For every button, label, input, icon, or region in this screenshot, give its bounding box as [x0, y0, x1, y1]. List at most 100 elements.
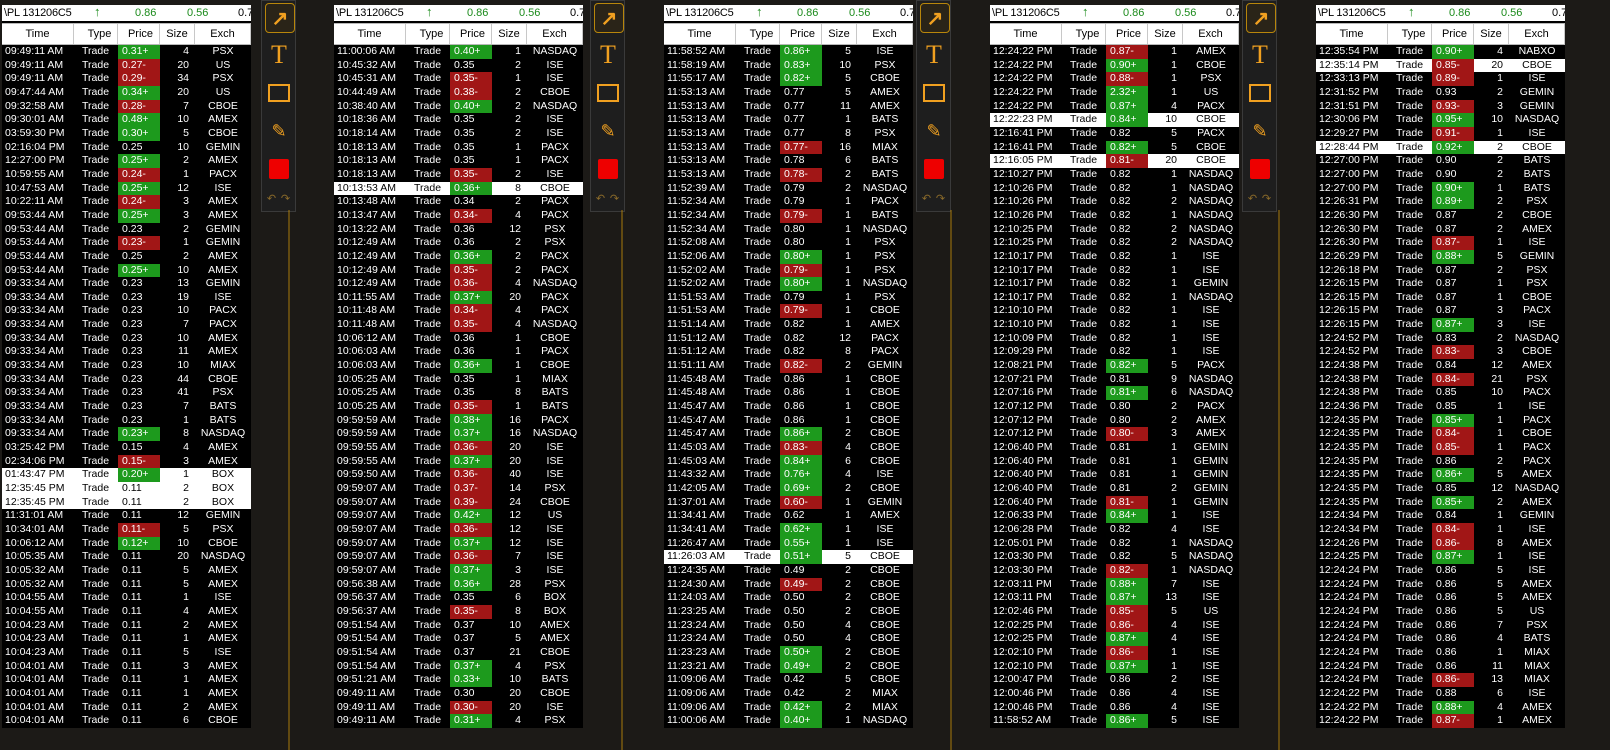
trade-row[interactable]: 12:31:51 PM Trade 0.93- 3 GEMIN [1316, 99, 1565, 114]
color-picker-button[interactable] [920, 155, 948, 183]
trade-row[interactable]: 01:43:47 PM Trade 0.20+ 1 BOX [2, 468, 251, 482]
trade-row[interactable]: 11:00:06 AM Trade 0.40+ 1 NASDAQ [664, 714, 913, 728]
trade-row[interactable]: 12:09:29 PM Trade 0.82 1 ISE [990, 345, 1239, 359]
trade-row[interactable]: 12:06:28 PM Trade 0.82 4 ISE [990, 523, 1239, 537]
trade-row[interactable]: 09:49:11 AM Trade 0.27- 20 US [2, 58, 251, 73]
trade-row[interactable]: 02:34:06 PM Trade 0.15- 3 AMEX [2, 454, 251, 469]
column-header-price[interactable]: Price [1432, 24, 1474, 44]
highlighter-tool-button[interactable]: ✎ [920, 117, 948, 145]
trade-row[interactable]: 10:12:49 AM Trade 0.36- 4 NASDAQ [334, 277, 583, 291]
trade-row[interactable]: 12:24:24 PM Trade 0.86 5 US [1316, 605, 1565, 619]
arrow-tool-button[interactable]: ↗ [265, 3, 295, 33]
trade-row[interactable]: 11:24:03 AM Trade 0.50 2 CBOE [664, 591, 913, 605]
trade-row[interactable]: 12:06:33 PM Trade 0.84+ 1 ISE [990, 509, 1239, 523]
trade-row[interactable]: 10:04:01 AM Trade 0.11 1 AMEX [2, 673, 251, 687]
trade-row[interactable]: 11:23:21 AM Trade 0.49+ 2 CBOE [664, 659, 913, 674]
trade-row[interactable]: 12:27:00 PM Trade 0.90 2 BATS [1316, 168, 1565, 182]
trade-row[interactable]: 11:51:11 AM Trade 0.82- 2 GEMIN [664, 359, 913, 373]
trade-row[interactable]: 10:13:53 AM Trade 0.36+ 8 CBOE [334, 181, 583, 196]
trade-row[interactable]: 12:24:22 PM Trade 0.88+ 4 AMEX [1316, 700, 1565, 715]
color-picker-button[interactable] [265, 155, 293, 183]
trade-row[interactable]: 10:04:23 AM Trade 0.11 1 AMEX [2, 632, 251, 646]
option-symbol[interactable]: \PL 131206C5 [1318, 7, 1386, 19]
trade-row[interactable]: 12:07:12 PM Trade 0.80 2 PACX [990, 400, 1239, 414]
trade-row[interactable]: 11:51:53 AM Trade 0.79- 1 CBOE [664, 304, 913, 319]
arrow-tool-button[interactable]: ↗ [594, 3, 624, 33]
trade-row[interactable]: 12:24:52 PM Trade 0.83- 3 CBOE [1316, 345, 1565, 360]
trade-row[interactable]: 11:24:35 AM Trade 0.49 2 CBOE [664, 564, 913, 578]
trade-row[interactable]: 12:16:05 PM Trade 0.81- 20 CBOE [990, 154, 1239, 168]
column-header-size[interactable]: Size [160, 24, 195, 44]
trade-row[interactable]: 12:35:14 PM Trade 0.85- 20 CBOE [1316, 58, 1565, 73]
trade-row[interactable]: 03:25:42 PM Trade 0.15 4 AMEX [2, 441, 251, 455]
trade-row[interactable]: 11:52:39 AM Trade 0.79 2 NASDAQ [664, 182, 913, 196]
trade-row[interactable]: 12:02:46 PM Trade 0.85- 5 US [990, 604, 1239, 619]
highlighter-tool-button[interactable]: ✎ [1246, 117, 1274, 145]
redo-icon[interactable]: ↷ [610, 192, 619, 205]
column-header-type[interactable]: Type [74, 24, 118, 44]
trade-row[interactable]: 12:07:12 PM Trade 0.80 2 AMEX [990, 414, 1239, 428]
trade-row[interactable]: 12:26:15 PM Trade 0.87 1 PSX [1316, 277, 1565, 291]
trade-row[interactable]: 12:16:41 PM Trade 0.82 5 PACX [990, 127, 1239, 141]
trade-row[interactable]: 09:59:07 AM Trade 0.36- 7 ISE [334, 550, 583, 564]
trade-row[interactable]: 11:53:13 AM Trade 0.77- 16 MIAX [664, 140, 913, 155]
redo-icon[interactable]: ↷ [936, 192, 945, 205]
trade-row[interactable]: 11:52:08 AM Trade 0.80 1 PSX [664, 236, 913, 250]
trade-row[interactable]: 12:24:22 PM Trade 0.88- 1 PSX [990, 72, 1239, 86]
trade-row[interactable]: 12:24:24 PM Trade 0.86 5 AMEX [1316, 591, 1565, 605]
column-header-price[interactable]: Price [780, 24, 822, 44]
trade-row[interactable]: 10:18:36 AM Trade 0.35 2 ISE [334, 113, 583, 127]
trade-row[interactable]: 12:26:18 PM Trade 0.87 2 PSX [1316, 264, 1565, 278]
text-tool-button[interactable]: T [594, 40, 622, 69]
column-header-exch[interactable]: Exch [527, 24, 583, 44]
trade-row[interactable]: 12:10:10 PM Trade 0.82 1 ISE [990, 304, 1239, 318]
trade-row[interactable]: 09:47:44 AM Trade 0.34+ 20 US [2, 85, 251, 100]
trade-row[interactable]: 11:52:02 AM Trade 0.80+ 1 NASDAQ [664, 277, 913, 291]
trade-row[interactable]: 09:49:11 AM Trade 0.31+ 4 PSX [334, 714, 583, 728]
text-tool-button[interactable]: T [1246, 40, 1274, 69]
highlighter-tool-button[interactable]: ✎ [265, 117, 293, 145]
column-header-size[interactable]: Size [1148, 24, 1183, 44]
undo-icon[interactable]: ↶ [596, 192, 605, 205]
trade-row[interactable]: 10:47:53 AM Trade 0.25+ 12 ISE [2, 181, 251, 196]
trade-row[interactable]: 11:52:34 AM Trade 0.79- 1 BATS [664, 208, 913, 223]
trade-row[interactable]: 11:52:02 AM Trade 0.79- 1 PSX [664, 263, 913, 278]
trade-row[interactable]: 11:53:13 AM Trade 0.77 8 PSX [664, 127, 913, 141]
trade-row[interactable]: 11:51:12 AM Trade 0.82 12 PACX [664, 332, 913, 346]
trade-row[interactable]: 11:51:12 AM Trade 0.82 8 PACX [664, 345, 913, 359]
trade-row[interactable]: 12:24:35 PM Trade 0.85+ 1 PACX [1316, 413, 1565, 428]
redo-icon[interactable]: ↷ [281, 192, 290, 205]
trade-row[interactable]: 11:34:41 AM Trade 0.62 1 AMEX [664, 509, 913, 523]
column-header-size[interactable]: Size [1474, 24, 1509, 44]
trade-row[interactable]: 12:24:24 PM Trade 0.86 5 ISE [1316, 564, 1565, 578]
trade-row[interactable]: 12:26:29 PM Trade 0.88+ 5 GEMIN [1316, 249, 1565, 264]
trade-row[interactable]: 12:27:00 PM Trade 0.25+ 2 AMEX [2, 154, 251, 168]
trade-row[interactable]: 11:45:47 AM Trade 0.86 1 CBOE [664, 400, 913, 414]
trade-row[interactable]: 12:06:40 PM Trade 0.81- 1 GEMIN [990, 495, 1239, 510]
trade-row[interactable]: 12:07:21 PM Trade 0.81 9 NASDAQ [990, 373, 1239, 387]
trade-row[interactable]: 11:09:06 AM Trade 0.42 2 MIAX [664, 687, 913, 701]
trade-row[interactable]: 12:10:26 PM Trade 0.82 2 NASDAQ [990, 195, 1239, 209]
color-picker-button[interactable] [594, 155, 622, 183]
trade-row[interactable]: 11:09:06 AM Trade 0.42+ 2 MIAX [664, 700, 913, 715]
option-symbol[interactable]: \PL 131206C5 [666, 7, 734, 19]
trade-row[interactable]: 12:31:52 PM Trade 0.93 2 GEMIN [1316, 86, 1565, 100]
column-header-type[interactable]: Type [1388, 24, 1432, 44]
trade-row[interactable]: 12:03:11 PM Trade 0.87+ 13 ISE [990, 591, 1239, 605]
trade-row[interactable]: 09:56:38 AM Trade 0.36+ 28 PSX [334, 577, 583, 592]
option-symbol[interactable]: \PL 131206C5 [336, 7, 404, 19]
trade-row[interactable]: 12:24:24 PM Trade 0.86- 13 MIAX [1316, 673, 1565, 687]
trade-row[interactable]: 12:10:17 PM Trade 0.82 1 ISE [990, 264, 1239, 278]
column-header-time[interactable]: Time [334, 24, 406, 44]
column-header-exch[interactable]: Exch [195, 24, 251, 44]
column-header-time[interactable]: Time [1316, 24, 1388, 44]
undo-icon[interactable]: ↶ [922, 192, 931, 205]
trade-row[interactable]: 09:59:07 AM Trade 0.42+ 12 US [334, 509, 583, 523]
trade-row[interactable]: 10:18:13 AM Trade 0.35 1 PACX [334, 154, 583, 168]
trade-row[interactable]: 09:33:34 AM Trade 0.23 44 CBOE [2, 373, 251, 387]
trade-row[interactable]: 11:53:13 AM Trade 0.77 1 BATS [664, 113, 913, 127]
trade-row[interactable]: 10:45:31 AM Trade 0.35- 1 ISE [334, 72, 583, 86]
trade-row[interactable]: 10:04:01 AM Trade 0.11 3 AMEX [2, 660, 251, 674]
trade-row[interactable]: 10:12:49 AM Trade 0.36 2 PSX [334, 236, 583, 250]
trade-row[interactable]: 11:24:30 AM Trade 0.49- 2 CBOE [664, 577, 913, 592]
